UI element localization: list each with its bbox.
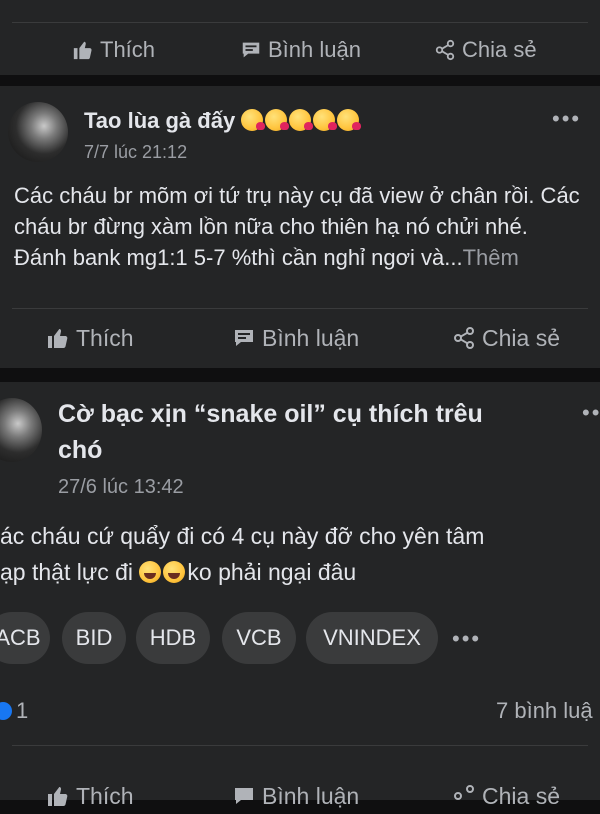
post-text-line-1: ác cháu cứ quẩy đi có 4 cụ này đỡ cho yê… xyxy=(0,523,485,549)
stock-tag-acb[interactable]: ACB xyxy=(0,612,50,664)
divider xyxy=(12,308,588,309)
share-icon xyxy=(435,39,455,61)
post-title-line-2: chó xyxy=(58,436,103,464)
comment-label: Bình luận xyxy=(262,324,360,351)
post-menu-button[interactable]: ••• xyxy=(552,106,581,132)
stock-tag-hdb[interactable]: HDB xyxy=(136,612,210,664)
like-button[interactable]: Thích xyxy=(72,37,155,63)
share-icon xyxy=(454,327,474,349)
comments-count[interactable]: 7 bình luậ xyxy=(496,698,593,724)
like-button[interactable]: Thích xyxy=(46,325,134,352)
share-label: Chia sẻ xyxy=(462,37,537,62)
action-bar: Thích Bình luận Chia sẻ xyxy=(0,32,600,68)
share-button[interactable]: Chia sẻ xyxy=(452,783,560,810)
comment-button[interactable]: Bình luận xyxy=(240,37,361,63)
post-text: Các cháu br mõm ơi tứ trụ này cụ đã view… xyxy=(14,180,586,273)
like-reaction-icon xyxy=(0,702,12,720)
see-more-link[interactable]: Thêm xyxy=(463,245,519,270)
divider xyxy=(12,22,588,23)
kiss-emoji-icon xyxy=(313,109,338,131)
share-button[interactable]: Chia sẻ xyxy=(452,325,560,352)
comment-button[interactable]: Bình luận xyxy=(232,783,359,810)
post-text: ác cháu cứ quẩy đi có 4 cụ này đỡ cho yê… xyxy=(0,518,600,590)
avatar[interactable] xyxy=(8,102,68,162)
post-card-2: Cờ bạc xịn “snake oil” cụ thích trêu chó… xyxy=(0,382,600,800)
like-label: Thích xyxy=(76,324,134,351)
comment-icon xyxy=(235,788,253,804)
like-label: Thích xyxy=(100,37,156,62)
previous-post-card: Thích Bình luận Chia sẻ xyxy=(0,0,600,75)
post-menu-button[interactable]: ••• xyxy=(582,400,600,426)
comment-label: Bình luận xyxy=(262,782,360,809)
post-text-line-2a: ạp thật lực đi xyxy=(0,559,140,585)
post-time[interactable]: 27/6 lúc 13:42 xyxy=(58,476,184,499)
post-card-1: Tao lùa gà đấy ••• 7/7 lúc 21:12 Các chá… xyxy=(0,86,600,368)
comment-button[interactable]: Bình luận xyxy=(232,325,359,352)
stock-tag-bid[interactable]: BID xyxy=(62,612,126,664)
share-button[interactable]: Chia sẻ xyxy=(434,37,537,63)
post-text-line-2b: ko phải ngại đâu xyxy=(187,559,357,585)
author-name-text: Tao lùa gà đấy xyxy=(84,108,236,133)
post-title[interactable]: Cờ bạc xịn “snake oil” cụ thích trêu chó xyxy=(58,396,588,468)
action-bar: Thích Bình luận Chia sẻ xyxy=(0,778,600,814)
avatar[interactable] xyxy=(0,398,42,462)
divider xyxy=(12,745,588,746)
stock-tag-vcb[interactable]: VCB xyxy=(222,612,296,664)
share-label: Chia sẻ xyxy=(482,324,560,351)
share-label: Chia sẻ xyxy=(482,782,560,809)
laughing-emoji-icon xyxy=(139,561,162,583)
comment-label: Bình luận xyxy=(268,37,361,62)
post-time[interactable]: 7/7 lúc 21:12 xyxy=(84,142,187,163)
comment-icon xyxy=(242,42,260,58)
thumbs-up-icon xyxy=(48,787,68,806)
stock-tag-vnindex[interactable]: VNINDEX xyxy=(306,612,438,664)
kiss-emoji-icon xyxy=(241,109,266,131)
reaction-count: 1 xyxy=(16,698,29,723)
reaction-summary[interactable]: 1 xyxy=(0,698,28,724)
like-label: Thích xyxy=(76,782,134,809)
action-bar: Thích Bình luận Chia sẻ xyxy=(0,320,600,356)
like-button[interactable]: Thích xyxy=(46,783,134,810)
thumbs-up-icon xyxy=(73,41,92,60)
kiss-emoji-icon xyxy=(337,109,362,131)
post-text-line-2: ạp thật lực đi ko phải ngại đâu xyxy=(0,554,600,590)
kiss-emoji-icon xyxy=(265,109,290,131)
laughing-emoji-icon xyxy=(163,561,186,583)
post-title-line-1: Cờ bạc xịn “snake oil” cụ thích trêu xyxy=(58,400,483,428)
comment-icon xyxy=(235,330,253,346)
author-name[interactable]: Tao lùa gà đấy xyxy=(84,108,362,134)
share-icon xyxy=(454,785,474,800)
kiss-emoji-icon xyxy=(289,109,314,131)
tags-more-button[interactable]: ••• xyxy=(452,626,481,652)
thumbs-up-icon xyxy=(48,329,68,348)
